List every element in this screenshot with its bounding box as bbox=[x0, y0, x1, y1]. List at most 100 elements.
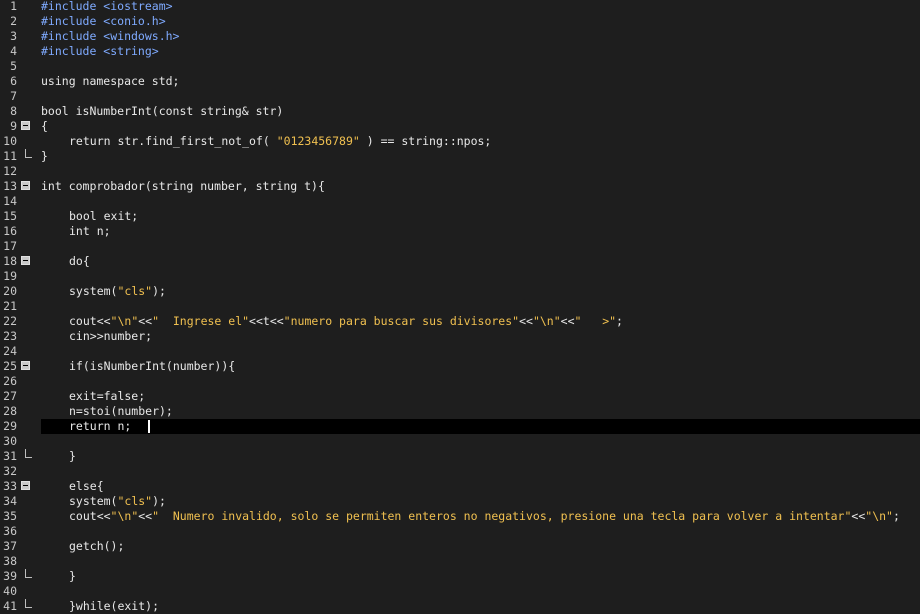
fold-collapse-icon[interactable] bbox=[21, 121, 30, 130]
code-area[interactable]: cin>>number; bbox=[41, 329, 920, 344]
code-line[interactable]: 27 exit=false; bbox=[0, 389, 920, 404]
code-area[interactable]: return str.find_first_not_of( "012345678… bbox=[41, 134, 920, 149]
code-area[interactable]: system("cls"); bbox=[41, 494, 920, 509]
code-area[interactable] bbox=[41, 464, 920, 479]
code-line[interactable]: 4 #include <string> bbox=[0, 44, 920, 59]
fold-gutter bbox=[20, 419, 34, 434]
code-area[interactable]: bool exit; bbox=[41, 209, 920, 224]
code-line[interactable]: 29 return n; bbox=[0, 419, 920, 434]
fold-collapse-icon[interactable] bbox=[21, 481, 30, 490]
fold-gutter bbox=[20, 449, 34, 464]
code-area[interactable]: exit=false; bbox=[41, 389, 920, 404]
code-line[interactable]: 40 bbox=[0, 584, 920, 599]
code-area[interactable] bbox=[41, 269, 920, 284]
code-area[interactable]: return n; bbox=[41, 419, 920, 434]
code-line[interactable]: 34 system("cls"); bbox=[0, 494, 920, 509]
line-number: 8 bbox=[10, 104, 17, 118]
code-line[interactable]: 13 int comprobador(string number, string … bbox=[0, 179, 920, 194]
code-line[interactable]: 6 using namespace std; bbox=[0, 74, 920, 89]
fold-collapse-icon[interactable] bbox=[21, 361, 30, 370]
code-line[interactable]: 18 do{ bbox=[0, 254, 920, 269]
code-line[interactable]: 8 bool isNumberInt(const string& str) bbox=[0, 104, 920, 119]
code-line[interactable]: 2 #include <conio.h> bbox=[0, 14, 920, 29]
code-line[interactable]: 28 n=stoi(number); bbox=[0, 404, 920, 419]
code-line[interactable]: 16 int n; bbox=[0, 224, 920, 239]
code-area[interactable] bbox=[41, 374, 920, 389]
fold-gutter bbox=[20, 149, 34, 164]
code-line[interactable]: 25 if(isNumberInt(number)){ bbox=[0, 359, 920, 374]
code-line[interactable]: 9{ bbox=[0, 119, 920, 134]
code-line[interactable]: 5 bbox=[0, 59, 920, 74]
code-area[interactable]: else{ bbox=[41, 479, 920, 494]
code-line[interactable]: 26 bbox=[0, 374, 920, 389]
code-line[interactable]: 30 bbox=[0, 434, 920, 449]
code-line[interactable]: 22 cout<<"\n"<<" Ingrese el"<<t<<"numero … bbox=[0, 314, 920, 329]
code-area[interactable] bbox=[41, 164, 920, 179]
code-area[interactable] bbox=[41, 89, 920, 104]
code-line[interactable]: 12 bbox=[0, 164, 920, 179]
code-line[interactable]: 41}while(exit); bbox=[0, 599, 920, 614]
code-area[interactable] bbox=[41, 554, 920, 569]
code-line[interactable]: 20 system("cls"); bbox=[0, 284, 920, 299]
code-line[interactable]: 21 bbox=[0, 299, 920, 314]
code-line[interactable]: 31} bbox=[0, 449, 920, 464]
code-area[interactable]: #include <string> bbox=[41, 44, 920, 59]
code-area[interactable] bbox=[41, 194, 920, 209]
code-area[interactable]: using namespace std; bbox=[41, 74, 920, 89]
code-line[interactable]: 19 bbox=[0, 269, 920, 284]
code-area[interactable]: #include <iostream> bbox=[41, 0, 920, 14]
code-area[interactable] bbox=[41, 299, 920, 314]
preprocessor-directive: #include <string> bbox=[41, 44, 159, 58]
code-area[interactable] bbox=[41, 239, 920, 254]
code-line[interactable]: 23 cin>>number; bbox=[0, 329, 920, 344]
code-line[interactable]: 33 else{ bbox=[0, 479, 920, 494]
code-line[interactable]: 11} bbox=[0, 149, 920, 164]
code-line[interactable]: 17 bbox=[0, 239, 920, 254]
code-area[interactable]: int comprobador(string number, string t)… bbox=[41, 179, 920, 194]
code-line[interactable]: 15 bool exit; bbox=[0, 209, 920, 224]
code-line[interactable]: 10 return str.find_first_not_of( "0123456… bbox=[0, 134, 920, 149]
code-area[interactable]: bool isNumberInt(const string& str) bbox=[41, 104, 920, 119]
code-line[interactable]: 3 #include <windows.h> bbox=[0, 29, 920, 44]
code-token: cout<< bbox=[69, 509, 111, 523]
code-area[interactable]: if(isNumberInt(number)){ bbox=[41, 359, 920, 374]
code-area[interactable]: cout<<"\n"<<" Numero invalido, solo se p… bbox=[41, 509, 920, 524]
code-line[interactable]: 14 bbox=[0, 194, 920, 209]
code-area[interactable]: n=stoi(number); bbox=[41, 404, 920, 419]
code-area[interactable]: cout<<"\n"<<" Ingrese el"<<t<<"numero pa… bbox=[41, 314, 920, 329]
code-area[interactable]: int n; bbox=[41, 224, 920, 239]
fold-gutter bbox=[20, 119, 34, 134]
code-line[interactable]: 7 bbox=[0, 89, 920, 104]
code-area[interactable]: }while(exit); bbox=[41, 599, 920, 614]
code-area[interactable] bbox=[41, 584, 920, 599]
code-area[interactable] bbox=[41, 524, 920, 539]
code-area[interactable]: } bbox=[41, 449, 920, 464]
code-editor[interactable]: 1 #include <iostream> 2 #include <conio.h> 3… bbox=[0, 0, 920, 614]
code-area[interactable]: do{ bbox=[41, 254, 920, 269]
fold-collapse-icon[interactable] bbox=[21, 181, 30, 190]
code-line[interactable]: 32 bbox=[0, 464, 920, 479]
code-token: ); bbox=[152, 494, 166, 508]
code-area[interactable]: { bbox=[41, 119, 920, 134]
code-area[interactable]: getch(); bbox=[41, 539, 920, 554]
code-area[interactable] bbox=[41, 434, 920, 449]
code-line[interactable]: 39} bbox=[0, 569, 920, 584]
code-area[interactable]: system("cls"); bbox=[41, 284, 920, 299]
fold-collapse-icon[interactable] bbox=[21, 256, 30, 265]
code-line[interactable]: 1 #include <iostream> bbox=[0, 0, 920, 14]
code-line[interactable]: 36 bbox=[0, 524, 920, 539]
code-area[interactable]: } bbox=[41, 569, 920, 584]
code-token: int comprobador(string number, string t)… bbox=[41, 179, 325, 193]
code-area[interactable] bbox=[41, 59, 920, 74]
fold-gutter bbox=[20, 179, 34, 194]
code-line[interactable]: 35 cout<<"\n"<<" Numero invalido, solo se… bbox=[0, 509, 920, 524]
code-token: do{ bbox=[69, 254, 90, 268]
code-area[interactable]: #include <windows.h> bbox=[41, 29, 920, 44]
code-line[interactable]: 38 bbox=[0, 554, 920, 569]
line-number: 22 bbox=[3, 314, 17, 328]
code-area[interactable]: #include <conio.h> bbox=[41, 14, 920, 29]
code-line[interactable]: 37 getch(); bbox=[0, 539, 920, 554]
code-area[interactable]: } bbox=[41, 149, 920, 164]
code-area[interactable] bbox=[41, 344, 920, 359]
code-line[interactable]: 24 bbox=[0, 344, 920, 359]
